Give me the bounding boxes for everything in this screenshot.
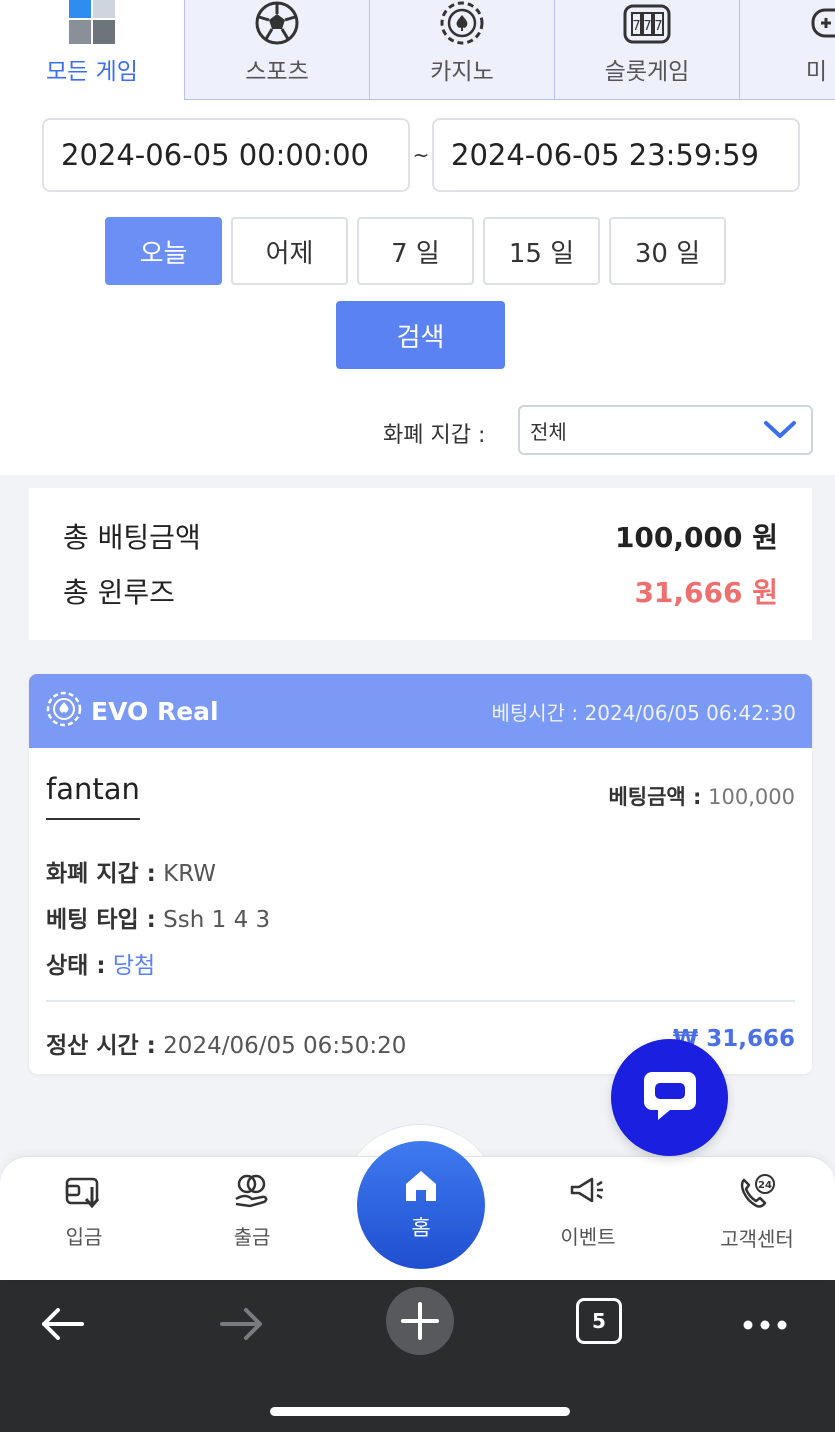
nav-deposit[interactable]: 입금 — [24, 1173, 144, 1250]
tab-sports[interactable]: 스포츠 — [185, 0, 370, 100]
bet-time-value: 2024/06/05 06:42:30 — [584, 700, 796, 725]
wallet-label: 화폐 지갑 : — [383, 423, 486, 448]
megaphone-icon — [568, 1173, 608, 1213]
chevron-down-icon — [763, 419, 797, 446]
wallet-select[interactable]: 전체 — [518, 405, 813, 455]
home-icon — [402, 1168, 440, 1208]
tab-mini-games[interactable]: 미 — [740, 0, 835, 100]
summary-card: 총 배팅금액 100,000 원 총 윈루즈 31,666 원 — [29, 488, 812, 640]
card-divider — [46, 1000, 795, 1002]
bet-time-label: 베팅시간 : — [491, 700, 579, 725]
bet-amount-value: 100,000 — [708, 785, 795, 809]
new-tab-plus-icon[interactable] — [385, 1286, 455, 1360]
coins-hand-icon — [232, 1173, 272, 1213]
svg-text:7: 7 — [643, 19, 651, 34]
status-row: 상태 : 당첨 — [46, 946, 155, 980]
nav-event-label: 이벤트 — [560, 1225, 616, 1249]
casino-chip-icon — [439, 0, 485, 46]
settle-time: 정산 시간 : 2024/06/05 06:50:20 — [46, 1026, 406, 1060]
range-30-days-button[interactable]: 30 일 — [609, 217, 726, 285]
quick-range-buttons: 오늘 어제 7 일 15 일 30 일 — [105, 217, 726, 285]
range-15-days-button[interactable]: 15 일 — [483, 217, 600, 285]
all-games-icon — [65, 0, 119, 46]
currency-label: 화폐 지갑 : — [46, 861, 156, 887]
bet-type-value: Ssh 1 4 3 — [163, 907, 271, 933]
soccer-ball-icon — [254, 0, 300, 46]
bet-time: 베팅시간 : 2024/06/05 06:42:30 — [491, 697, 796, 726]
nav-withdraw[interactable]: 출금 — [192, 1173, 312, 1250]
bet-type-row: 베팅 타입 : Ssh 1 4 3 — [46, 900, 270, 934]
total-bet-label: 총 배팅금액 — [63, 521, 201, 554]
nav-support[interactable]: 24 고객센터 — [697, 1173, 817, 1252]
bet-amount-label: 베팅금액 : — [608, 785, 702, 809]
range-yesterday-button[interactable]: 어제 — [231, 217, 348, 285]
slot-machine-icon: 7 7 7 — [623, 0, 671, 46]
tab-slots[interactable]: 7 7 7 슬롯게임 — [555, 0, 740, 100]
tab-label: 모든 게임 — [46, 59, 138, 85]
svg-text:7: 7 — [632, 19, 640, 34]
currency-value: KRW — [163, 861, 217, 887]
nav-event[interactable]: 이벤트 — [528, 1173, 648, 1250]
range-7-days-button[interactable]: 7 일 — [357, 217, 474, 285]
gamepad-icon — [740, 0, 835, 46]
tab-count: 5 — [592, 1309, 606, 1333]
home-indicator — [270, 1407, 570, 1416]
date-separator: ~ — [412, 143, 430, 167]
casino-chip-icon — [45, 690, 83, 732]
settle-label: 정산 시간 : — [46, 1033, 156, 1059]
total-winloss-row: 총 윈루즈 31,666 원 — [63, 571, 778, 611]
total-bet-value: 100,000 원 — [614, 521, 778, 554]
svg-text:24: 24 — [758, 1180, 772, 1191]
total-winloss-label: 총 윈루즈 — [63, 576, 175, 609]
nav-withdraw-label: 출금 — [233, 1225, 271, 1249]
range-today-button[interactable]: 오늘 — [105, 217, 222, 285]
support-24-icon: 24 — [737, 1173, 777, 1215]
wallet-selected-value: 전체 — [530, 419, 567, 444]
bet-type-label: 베팅 타입 : — [46, 907, 156, 933]
currency-row: 화폐 지갑 : KRW — [46, 854, 216, 888]
more-options-icon[interactable] — [742, 1316, 788, 1335]
nav-home-button[interactable]: 홈 — [357, 1141, 485, 1269]
bet-record-header: EVO Real 베팅시간 : 2024/06/05 06:42:30 — [29, 674, 812, 748]
bet-record-card: EVO Real 베팅시간 : 2024/06/05 06:42:30 fant… — [29, 674, 812, 1074]
date-range: 2024-06-05 00:00:00 ~ 2024-06-05 23:59:5… — [42, 118, 800, 192]
game-category-tabs: 모든 게임 스포츠 카지노 7 7 7 슬롯게임 미 — [0, 0, 835, 101]
tab-all-games[interactable]: 모든 게임 — [0, 0, 185, 101]
tab-casino[interactable]: 카지노 — [370, 0, 555, 100]
status-badge: 당첨 — [112, 953, 156, 979]
svg-text:7: 7 — [654, 19, 662, 34]
nav-support-label: 고객센터 — [720, 1227, 794, 1251]
search-button[interactable]: 검색 — [336, 301, 505, 369]
tab-count-button[interactable]: 5 — [576, 1298, 622, 1344]
browser-toolbar: 5 — [0, 1280, 835, 1432]
nav-deposit-label: 입금 — [65, 1225, 103, 1249]
start-date-input[interactable]: 2024-06-05 00:00:00 — [42, 118, 410, 192]
end-date-input[interactable]: 2024-06-05 23:59:59 — [432, 118, 800, 192]
total-bet-row: 총 배팅금액 100,000 원 — [63, 516, 778, 556]
status-label: 상태 : — [46, 953, 106, 979]
game-name: fantan — [46, 772, 140, 820]
total-winloss-value: 31,666 원 — [634, 576, 778, 609]
tab-label: 스포츠 — [245, 59, 309, 85]
summary-section: 총 배팅금액 100,000 원 총 윈루즈 31,666 원 — [0, 475, 835, 660]
tab-label: 슬롯게임 — [604, 59, 690, 85]
forward-arrow-icon[interactable] — [218, 1304, 266, 1348]
live-chat-button[interactable] — [611, 1039, 728, 1156]
wallet-deposit-icon — [64, 1173, 104, 1213]
provider-name: EVO Real — [91, 696, 219, 726]
chat-bubble-icon — [640, 1068, 700, 1128]
wallet-filter: 화폐 지갑 : 전체 — [0, 405, 835, 455]
back-arrow-icon[interactable] — [38, 1304, 86, 1348]
tab-label: 미 — [805, 59, 827, 85]
tab-label: 카지노 — [430, 59, 494, 85]
bet-amount: 베팅금액 : 100,000 — [608, 781, 795, 811]
settle-time-value: 2024/06/05 06:50:20 — [163, 1033, 407, 1059]
nav-home-label: 홈 — [411, 1216, 431, 1240]
